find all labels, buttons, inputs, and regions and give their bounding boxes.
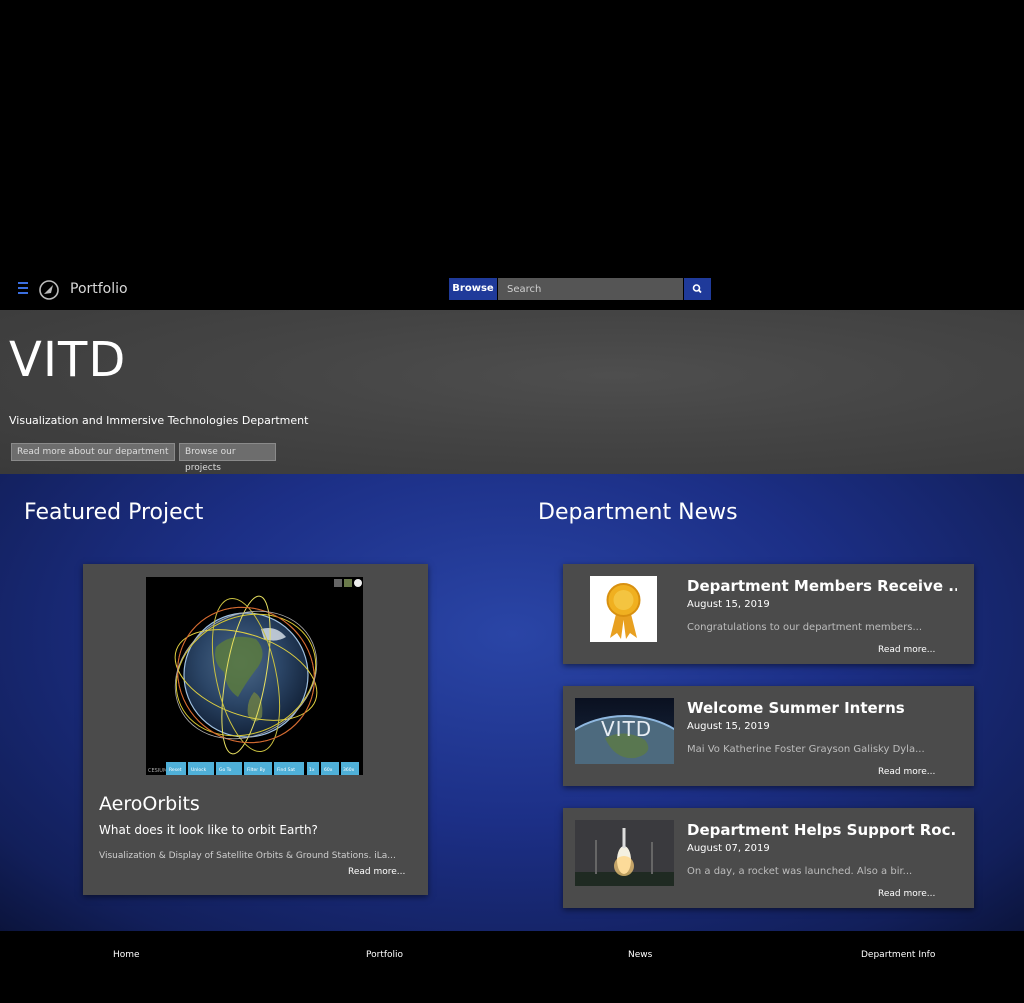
top-blank-area [0, 0, 1024, 270]
news-date: August 15, 2019 [687, 599, 770, 610]
featured-project-card[interactable]: CESIUM Reset Unlock Go To Filter By Find… [83, 564, 428, 895]
browse-button[interactable]: Browse [449, 278, 497, 300]
news-date: August 07, 2019 [687, 843, 770, 854]
toolbar-label: 60x [324, 767, 333, 773]
site-logo-icon[interactable] [38, 279, 60, 301]
footer-link-portfolio[interactable]: Portfolio [366, 950, 403, 960]
news-item[interactable]: Department Members Receive ... August 15… [563, 564, 974, 664]
search-button[interactable] [684, 278, 711, 300]
cesium-logo-text: CESIUM [148, 768, 167, 774]
footer-nav: Home Portfolio News Department Info [0, 931, 1024, 1003]
news-title[interactable]: Department Members Receive ... [687, 577, 957, 595]
news-title[interactable]: Department Helps Support Roc... [687, 821, 957, 839]
browse-projects-button[interactable]: Browse our projects [179, 443, 276, 473]
footer-link-department-info[interactable]: Department Info [861, 950, 935, 960]
toolbar-label: Unlock [191, 767, 207, 773]
footer-link-news[interactable]: News [628, 950, 652, 960]
search-icon [692, 284, 702, 294]
top-navbar: Portfolio Browse [0, 270, 1024, 310]
news-excerpt: On a day, a rocket was launched. Also a … [687, 866, 913, 877]
news-excerpt: Mai Vo Katherine Foster Grayson Galisky … [687, 744, 925, 755]
toolbar-label: Find Sat [277, 767, 295, 773]
news-read-more-link[interactable]: Read more... [878, 889, 935, 899]
search-input[interactable] [498, 278, 683, 300]
featured-project-subtitle: What does it look like to orbit Earth? [99, 823, 318, 837]
toolbar-label: Go To [219, 767, 232, 773]
department-news-heading: Department News [538, 500, 738, 525]
main-content: Featured Project Department News CESIUM … [0, 474, 1024, 931]
rocket-launch-image [575, 820, 674, 886]
hero-subtitle: Visualization and Immersive Technologies… [9, 414, 309, 427]
hamburger-menu-icon[interactable] [18, 282, 30, 296]
featured-project-description: Visualization & Display of Satellite Orb… [99, 851, 396, 861]
footer-link-home[interactable]: Home [113, 950, 140, 960]
toolbar-label: Filter By [247, 767, 266, 773]
news-read-more-link[interactable]: Read more... [878, 645, 935, 655]
aeroorbits-screenshot-image: CESIUM Reset Unlock Go To Filter By Find… [146, 577, 363, 775]
toolbar-label: Reset [169, 767, 182, 773]
news-item[interactable]: VITD Welcome Summer Interns August 15, 2… [563, 686, 974, 786]
news-title[interactable]: Welcome Summer Interns [687, 699, 957, 717]
featured-project-title[interactable]: AeroOrbits [99, 793, 200, 815]
thumb-vitd-text: VITD [601, 717, 652, 741]
earth-vitd-image: VITD [575, 698, 674, 764]
featured-read-more-link[interactable]: Read more... [348, 867, 405, 877]
news-read-more-link[interactable]: Read more... [878, 767, 935, 777]
news-item[interactable]: Department Helps Support Roc... August 0… [563, 808, 974, 908]
featured-project-heading: Featured Project [24, 500, 204, 525]
toolbar-label: 1x [309, 767, 315, 773]
brand-portfolio-link[interactable]: Portfolio [70, 281, 128, 297]
toolbar-label: 360x [343, 767, 355, 773]
hero-banner: VITD Visualization and Immersive Technol… [0, 310, 1024, 474]
orbit-toolbar: Reset Unlock Go To Filter By Find Sat 1x… [166, 762, 359, 775]
news-date: August 15, 2019 [687, 721, 770, 732]
award-ribbon-image [590, 576, 657, 642]
read-more-about-department-button[interactable]: Read more about our department [11, 443, 175, 461]
hero-title: VITD [9, 332, 127, 388]
news-excerpt: Congratulations to our department member… [687, 622, 923, 633]
